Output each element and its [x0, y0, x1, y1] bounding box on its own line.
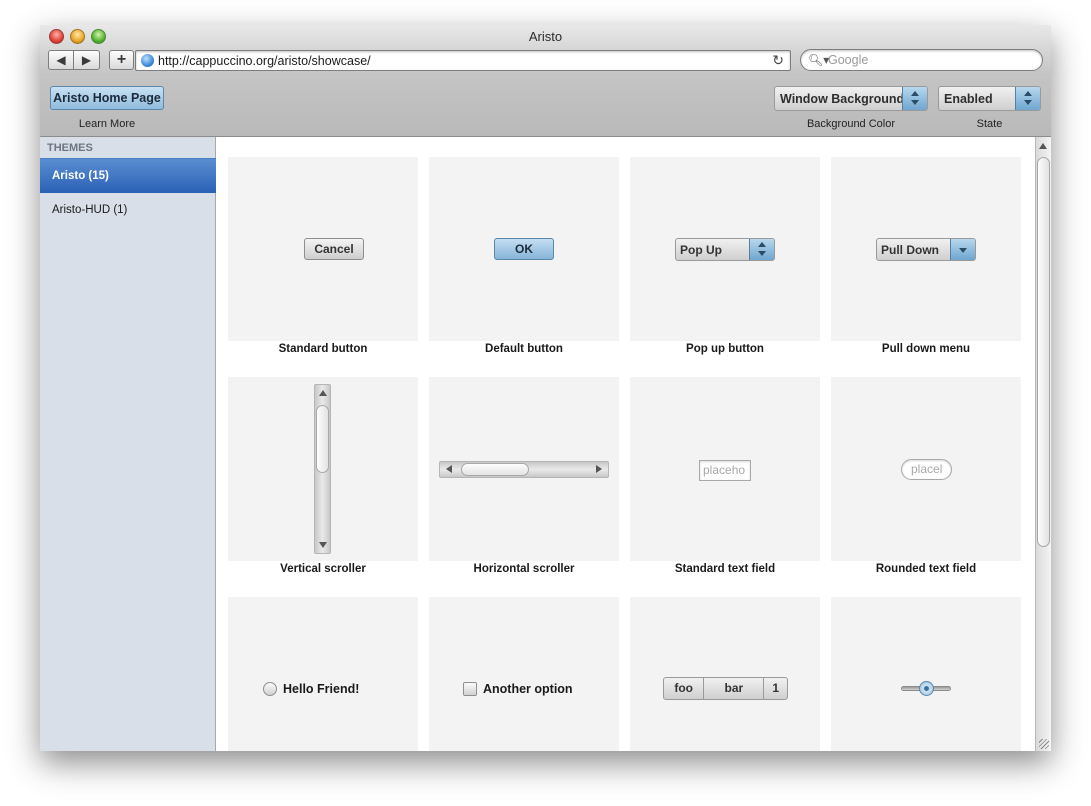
- cell-caption: Standard button: [278, 343, 368, 355]
- showcase-cell: [228, 377, 418, 561]
- showcase-cell: placeho: [630, 377, 820, 561]
- sidebar-item-aristo-hud[interactable]: Aristo-HUD (1): [40, 193, 216, 228]
- showcase-cell: Another option: [429, 597, 619, 751]
- resize-grip-icon[interactable]: [1039, 739, 1049, 749]
- pop-up-button[interactable]: Pop Up: [675, 238, 775, 261]
- showcase-cell: Pull Down: [831, 157, 1021, 341]
- cell-caption: Standard text field: [674, 563, 776, 575]
- standard-text-field[interactable]: placeho: [699, 460, 751, 481]
- title-bar: Aristo ◀ ▶ + http://cappuccino.org/arist…: [40, 25, 1051, 137]
- showcase-area: Cancel Standard button OK Default button…: [217, 137, 1035, 751]
- vertical-scroller[interactable]: [314, 384, 331, 554]
- showcase-cell: Cancel: [228, 157, 418, 341]
- segment-bar[interactable]: bar: [704, 678, 765, 699]
- browser-window: Aristo ◀ ▶ + http://cappuccino.org/arist…: [40, 25, 1051, 751]
- popup-arrows-icon: [902, 87, 927, 110]
- scroll-up-arrow-icon[interactable]: [319, 390, 327, 396]
- showcase-cell: OK: [429, 157, 619, 341]
- scroller-knob[interactable]: [316, 405, 329, 473]
- popup-arrows-icon: [1015, 87, 1040, 110]
- pull-down-button[interactable]: Pull Down: [876, 238, 976, 261]
- showcase-cell: [831, 597, 1021, 751]
- themes-header: THEMES: [47, 142, 93, 154]
- search-placeholder: Google: [828, 53, 869, 67]
- state-popup-value: Enabled: [944, 92, 993, 106]
- aristo-home-page-button[interactable]: Aristo Home Page: [50, 86, 164, 110]
- cell-caption: Horizontal scroller: [473, 563, 575, 575]
- pull-down-label: Pull Down: [881, 243, 939, 257]
- cell-caption: Pop up button: [686, 343, 764, 355]
- pop-up-label: Pop Up: [680, 243, 722, 257]
- ok-button[interactable]: OK: [494, 238, 554, 260]
- search-icon[interactable]: 🔍︎▾: [808, 53, 829, 67]
- radio-button[interactable]: [263, 682, 277, 696]
- background-popup-value: Window Background: [780, 92, 905, 106]
- segmented-control: foo bar 1: [663, 677, 788, 700]
- segment-1[interactable]: 1: [764, 678, 787, 699]
- checkbox-label[interactable]: Another option: [483, 682, 573, 696]
- showcase-cell: placel: [831, 377, 1021, 561]
- chevron-down-icon: [950, 239, 975, 260]
- sidebar-item-label: Aristo (15): [52, 170, 109, 182]
- state-caption: State: [976, 118, 1003, 130]
- showcase-cell: foo bar 1: [630, 597, 820, 751]
- themes-sidebar: THEMES Aristo (15) Aristo-HUD (1): [40, 137, 216, 751]
- background-color-caption: Background Color: [806, 118, 896, 130]
- cell-caption: Rounded text field: [875, 563, 977, 575]
- background-color-popup[interactable]: Window Background: [774, 86, 928, 111]
- sidebar-item-label: Aristo-HUD (1): [52, 204, 128, 216]
- learn-more-caption: Learn More: [78, 118, 136, 130]
- scroll-left-arrow-icon[interactable]: [446, 465, 452, 473]
- scroll-down-arrow-icon[interactable]: [319, 542, 327, 548]
- address-bar[interactable]: http://cappuccino.org/aristo/showcase/ ↻: [135, 50, 791, 71]
- cell-caption: Pull down menu: [881, 343, 971, 355]
- search-field[interactable]: 🔍︎▾ Google: [800, 49, 1043, 71]
- showcase-cell: Hello Friend!: [228, 597, 418, 751]
- scroll-right-arrow-icon[interactable]: [596, 465, 602, 473]
- cell-caption: Vertical scroller: [280, 563, 366, 575]
- reload-icon[interactable]: ↻: [772, 52, 784, 69]
- cell-caption: Default button: [485, 343, 563, 355]
- forward-button[interactable]: ▶: [73, 50, 100, 70]
- url-text: http://cappuccino.org/aristo/showcase/: [158, 54, 371, 68]
- popup-arrows-icon: [749, 239, 774, 260]
- back-button[interactable]: ◀: [48, 50, 74, 70]
- add-bookmark-button[interactable]: +: [109, 50, 134, 70]
- showcase-cell: [429, 377, 619, 561]
- window-title: Aristo: [528, 29, 563, 44]
- rounded-text-field[interactable]: placel: [901, 459, 952, 480]
- radio-label[interactable]: Hello Friend!: [283, 682, 359, 696]
- cancel-button[interactable]: Cancel: [304, 238, 364, 260]
- scroll-up-arrow-icon[interactable]: [1039, 143, 1047, 149]
- state-popup[interactable]: Enabled: [938, 86, 1041, 111]
- sidebar-item-aristo[interactable]: Aristo (15): [40, 158, 216, 193]
- horizontal-scroller[interactable]: [439, 461, 609, 478]
- scroller-knob[interactable]: [461, 463, 529, 476]
- checkbox[interactable]: [463, 682, 477, 696]
- showcase-cell: Pop Up: [630, 157, 820, 341]
- slider-knob[interactable]: [918, 681, 934, 696]
- segment-foo[interactable]: foo: [664, 678, 705, 699]
- globe-icon: [141, 54, 154, 67]
- scrollbar-knob[interactable]: [1037, 157, 1050, 547]
- content-vertical-scrollbar[interactable]: [1035, 137, 1051, 751]
